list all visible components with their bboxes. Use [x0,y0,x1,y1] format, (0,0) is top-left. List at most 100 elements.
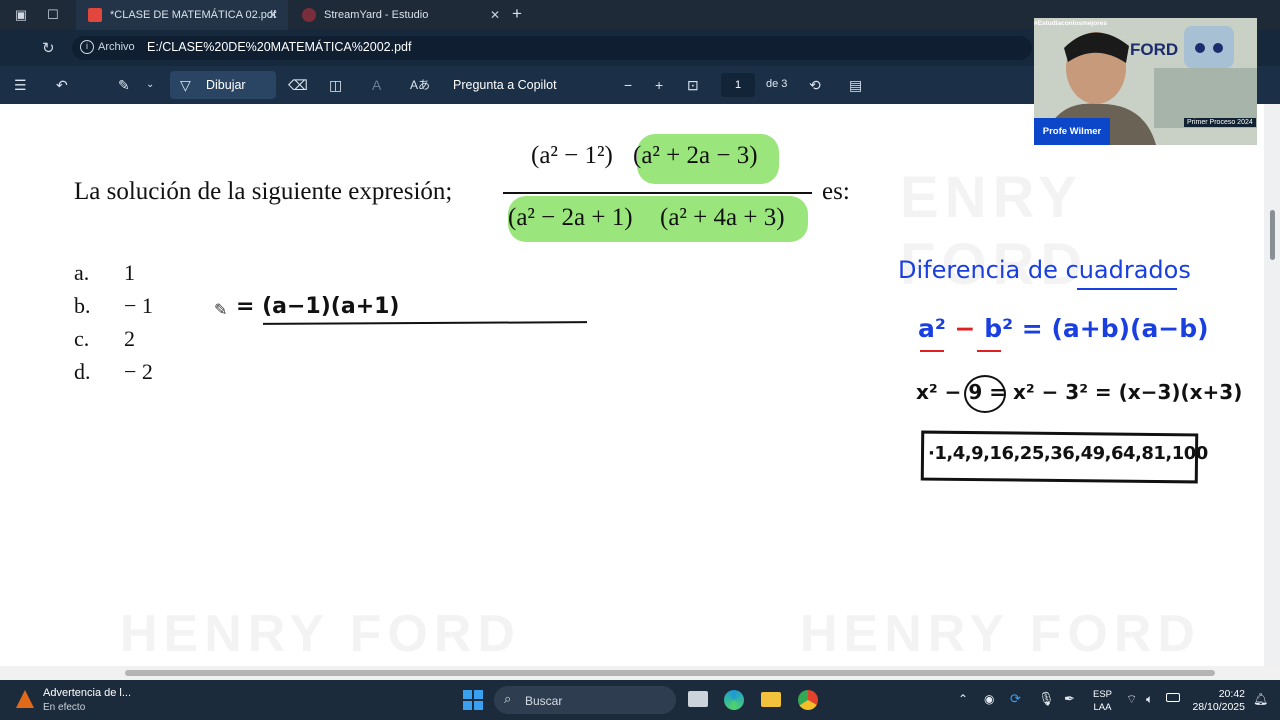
pdf-page[interactable]: ENRY FORD HENRY FORD HENRY FORD La soluc… [0,104,1280,666]
warning-icon[interactable] [16,690,34,708]
fit-page-icon[interactable]: ⊡ [687,76,699,94]
microphone-icon[interactable]: 🎙︎ [1038,691,1055,707]
vertical-scrollbar[interactable] [1264,104,1280,666]
option-a: a. 1 [74,260,135,286]
zoom-in-icon[interactable]: + [655,76,663,94]
pen-icon[interactable]: ✒︎ [1064,691,1075,707]
notes-underline [1077,288,1177,290]
view-icon[interactable]: ◫ [329,76,342,94]
option-d: d. − 2 [74,359,153,385]
streamyard-icon [302,8,316,22]
eraser-icon[interactable]: ⌫ [288,76,308,94]
circled-nine [964,375,1006,413]
numerator-factor-1: (a² − 1²) [531,142,613,169]
scrollbar-thumb[interactable] [125,670,1215,676]
formula-minus: − [954,314,976,343]
option-letter: a. [74,260,90,285]
fraction-bar [503,192,812,194]
watermark: HENRY FORD [800,605,1201,663]
clock-time: 20:42 [1218,688,1245,700]
rotate-icon[interactable]: ⟲ [809,76,821,94]
pen-icon: ✎ [214,302,228,319]
contents-icon[interactable]: ☰ [14,76,27,94]
question-end: es: [822,178,850,205]
formula-a: a² [918,314,946,343]
undo-icon[interactable]: ↶ [56,76,68,94]
tab-streamyard[interactable]: StreamYard - Estudio ✕ [290,0,510,30]
webcam-process: Primer Proceso 2024 [1184,118,1256,127]
chrome-icon[interactable] [798,690,818,710]
option-c: c. 2 [74,326,135,352]
scrollbar-thumb[interactable] [1270,210,1275,260]
read-aloud-icon[interactable]: Aあ [410,76,430,94]
watermark: HENRY FORD [120,605,521,663]
denominator-factor-2: (a² + 4a + 3) [660,204,785,231]
webcam-hashtag: #Estudiaconlosmejores [1034,20,1107,27]
security-icon[interactable]: ◉ [984,692,994,706]
volume-icon[interactable]: 🔈︎ [1146,692,1153,707]
tab-pdf[interactable]: *CLASE DE MATEMÁTICA 02.pdf ✕ [76,0,288,30]
taskbar-search[interactable] [494,686,676,714]
search-icon: ⌕ [504,691,512,706]
formula-rhs: = (a+b)(a−b) [1021,314,1209,343]
option-value: 2 [124,326,135,351]
new-tab-icon[interactable]: + [512,4,522,24]
search-placeholder: Buscar [525,694,563,708]
workspaces-icon[interactable]: ▣ [12,6,30,24]
option-value: − 1 [124,293,153,318]
start-icon[interactable] [463,690,483,710]
notes-title: Diferencia de cuadrados [898,256,1191,284]
language-layout: LAA [1093,702,1112,713]
tab-actions-icon[interactable]: ☐ [44,6,62,24]
horizontal-scrollbar[interactable] [0,666,1280,680]
option-b: b. − 1 [74,293,153,319]
clock-date: 28/10/2025 [1192,701,1245,713]
wifi-icon[interactable]: ⌔ [1126,692,1137,707]
system-clock[interactable]: 20:42 28/10/2025 [1188,688,1245,714]
draw-icon: ▽ [180,77,191,93]
refresh-icon[interactable]: ↻ [42,39,55,57]
option-letter: c. [74,326,90,351]
highlight-icon[interactable]: ✎ [118,76,130,94]
url-text[interactable]: E:/CLASE%20DE%20MATEMÁTICA%2002.pdf [147,40,411,54]
webcam-overlay: #Estudiaconlosmejores FORD Profe Wilmer … [1034,18,1257,145]
chevron-down-icon[interactable]: ⌄ [146,76,154,94]
squares-list: ·1,4,9,16,25,36,49,64,81,100 [928,443,1208,464]
pdf-icon [88,8,102,22]
chevron-up-icon[interactable]: ⌃ [958,692,968,706]
handwritten-work: = (a−1)(a+1) [236,294,400,319]
page-view-icon[interactable]: ▤ [849,76,862,94]
close-icon[interactable]: ✕ [490,8,500,22]
url-scheme-label: Archivo [98,41,135,53]
info-icon[interactable]: i [80,40,94,54]
option-value: 1 [124,260,135,285]
notification-title[interactable]: Advertencia de l... [43,687,131,699]
task-view-icon[interactable] [688,691,708,707]
close-icon[interactable]: ✕ [268,8,278,22]
formula-underline [977,350,1001,352]
option-value: − 2 [124,359,153,384]
presenter-name: Profe Wilmer [1034,118,1110,145]
formula-underline [920,350,944,352]
handwritten-fraction-bar [262,321,588,325]
option-letter: d. [74,359,91,384]
text-icon[interactable]: A [372,76,381,94]
page-number-input[interactable]: 1 [721,73,755,97]
denominator-factor-1: (a² − 2a + 1) [508,204,633,231]
language-code: ESP [1093,689,1113,700]
notification-subtitle: En efecto [43,702,86,713]
webcam-brand: FORD [1130,40,1179,59]
tab-title: StreamYard - Estudio [324,9,429,21]
language-indicator[interactable]: ESP LAA [1093,688,1112,714]
option-letter: b. [74,293,91,318]
taskbar: Advertencia de l... En efecto ⌕ Buscar ⌃… [0,680,1280,720]
tab-title: *CLASE DE MATEMÁTICA 02.pdf [110,9,277,21]
notification-bell-icon[interactable]: 🔔︎ [1253,692,1268,706]
sync-icon[interactable]: ⟳ [1010,691,1021,707]
copilot-button[interactable]: Pregunta a Copilot [453,78,557,92]
battery-icon[interactable] [1166,693,1180,702]
edge-icon[interactable] [724,690,744,710]
file-explorer-icon[interactable] [761,692,781,707]
numerator-factor-2: (a² + 2a − 3) [633,142,758,169]
zoom-out-icon[interactable]: − [624,76,632,94]
